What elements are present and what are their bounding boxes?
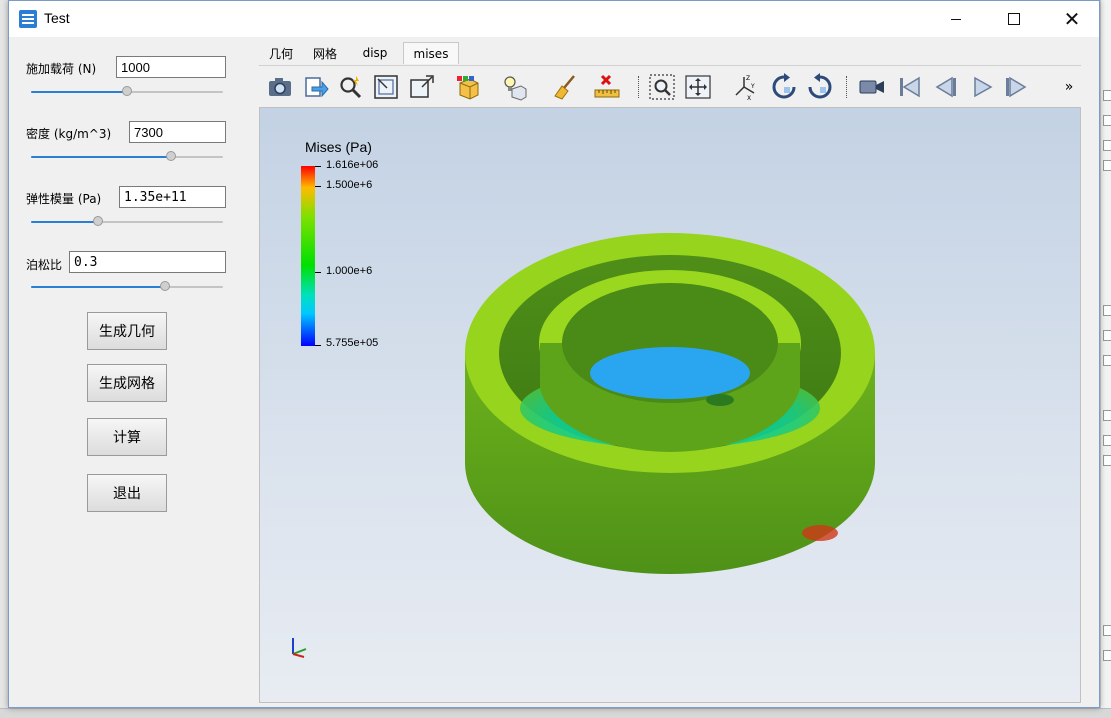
- reset-camera-icon[interactable]: [371, 72, 401, 102]
- video-icon[interactable]: [857, 72, 887, 102]
- close-icon: ✕: [1063, 7, 1081, 31]
- tab-disp[interactable]: disp: [351, 42, 399, 64]
- exit-button[interactable]: 退出: [87, 474, 167, 512]
- app-icon: [19, 10, 37, 28]
- density-input[interactable]: [129, 121, 226, 143]
- density-slider[interactable]: [31, 150, 223, 164]
- zoom-box-icon[interactable]: [407, 72, 437, 102]
- light-bulb-icon[interactable]: [499, 72, 529, 102]
- measure-icon[interactable]: [592, 72, 622, 102]
- poisson-slider-handle[interactable]: [160, 281, 171, 291]
- maximize-button[interactable]: [991, 1, 1037, 37]
- svg-text:Z: Z: [746, 75, 750, 82]
- color-cube-icon[interactable]: [453, 72, 483, 102]
- svg-text:Y: Y: [750, 83, 755, 90]
- axes-icon[interactable]: ZYX: [731, 72, 761, 102]
- rotate-ccw-icon[interactable]: [805, 72, 835, 102]
- svg-text:X: X: [747, 95, 751, 101]
- maximize-icon: [1008, 13, 1020, 25]
- close-button[interactable]: ✕: [1049, 1, 1095, 37]
- play-icon[interactable]: [967, 72, 997, 102]
- export-icon[interactable]: [301, 72, 331, 102]
- poisson-input[interactable]: [69, 251, 226, 273]
- toolbar-overflow-button[interactable]: »: [1059, 72, 1079, 102]
- tab-mesh[interactable]: 网格: [303, 42, 347, 64]
- modulus-slider-handle[interactable]: [93, 216, 104, 226]
- generate-mesh-button[interactable]: 生成网格: [87, 364, 167, 402]
- compute-button[interactable]: 计算: [87, 418, 167, 456]
- render-toolbar: ZYX »: [259, 65, 1081, 108]
- window-title: Test: [44, 10, 70, 26]
- modulus-slider[interactable]: [31, 215, 223, 229]
- zoom-to-box-icon[interactable]: [647, 72, 677, 102]
- load-label: 施加载荷 (N): [26, 62, 97, 76]
- render-viewport[interactable]: Mises (Pa) 1.616e+06 1.500e+6 1.000e+6 5…: [259, 107, 1081, 703]
- tab-mises[interactable]: mises: [403, 42, 459, 64]
- density-slider-handle[interactable]: [166, 151, 177, 161]
- minimize-icon: [951, 18, 961, 20]
- camera-icon[interactable]: [265, 72, 295, 102]
- pan-icon[interactable]: [683, 72, 713, 102]
- poisson-label: 泊松比: [26, 258, 63, 272]
- first-frame-icon[interactable]: [895, 72, 925, 102]
- background-window-strip: [1100, 0, 1111, 717]
- prev-frame-icon[interactable]: [931, 72, 961, 102]
- interact-icon[interactable]: [336, 72, 366, 102]
- load-input[interactable]: [116, 56, 226, 78]
- parameter-panel: 施加载荷 (N) 密度 (kg/m^3) 弹性模量 (Pa) 泊松比 生成几何 …: [9, 37, 249, 709]
- clear-brush-icon[interactable]: [551, 72, 581, 102]
- app-window: Test ✕ 施加载荷 (N) 密度 (kg/m^3) 弹性模量 (Pa) 泊松…: [8, 0, 1100, 708]
- density-label: 密度 (kg/m^3): [26, 127, 112, 141]
- last-frame-icon[interactable]: [1001, 72, 1031, 102]
- minimize-button[interactable]: [933, 1, 979, 37]
- load-slider[interactable]: [31, 85, 223, 99]
- rotate-cw-icon[interactable]: [769, 72, 799, 102]
- mises-ring-model: [465, 233, 875, 574]
- poisson-slider[interactable]: [31, 280, 223, 294]
- tab-geometry[interactable]: 几何: [259, 42, 303, 64]
- title-bar: Test ✕: [9, 1, 1099, 37]
- orientation-axes-icon: [292, 638, 307, 658]
- load-slider-handle[interactable]: [122, 86, 132, 96]
- generate-geometry-button[interactable]: 生成几何: [87, 312, 167, 350]
- modulus-label: 弹性模量 (Pa): [26, 192, 102, 206]
- modulus-input[interactable]: [119, 186, 226, 208]
